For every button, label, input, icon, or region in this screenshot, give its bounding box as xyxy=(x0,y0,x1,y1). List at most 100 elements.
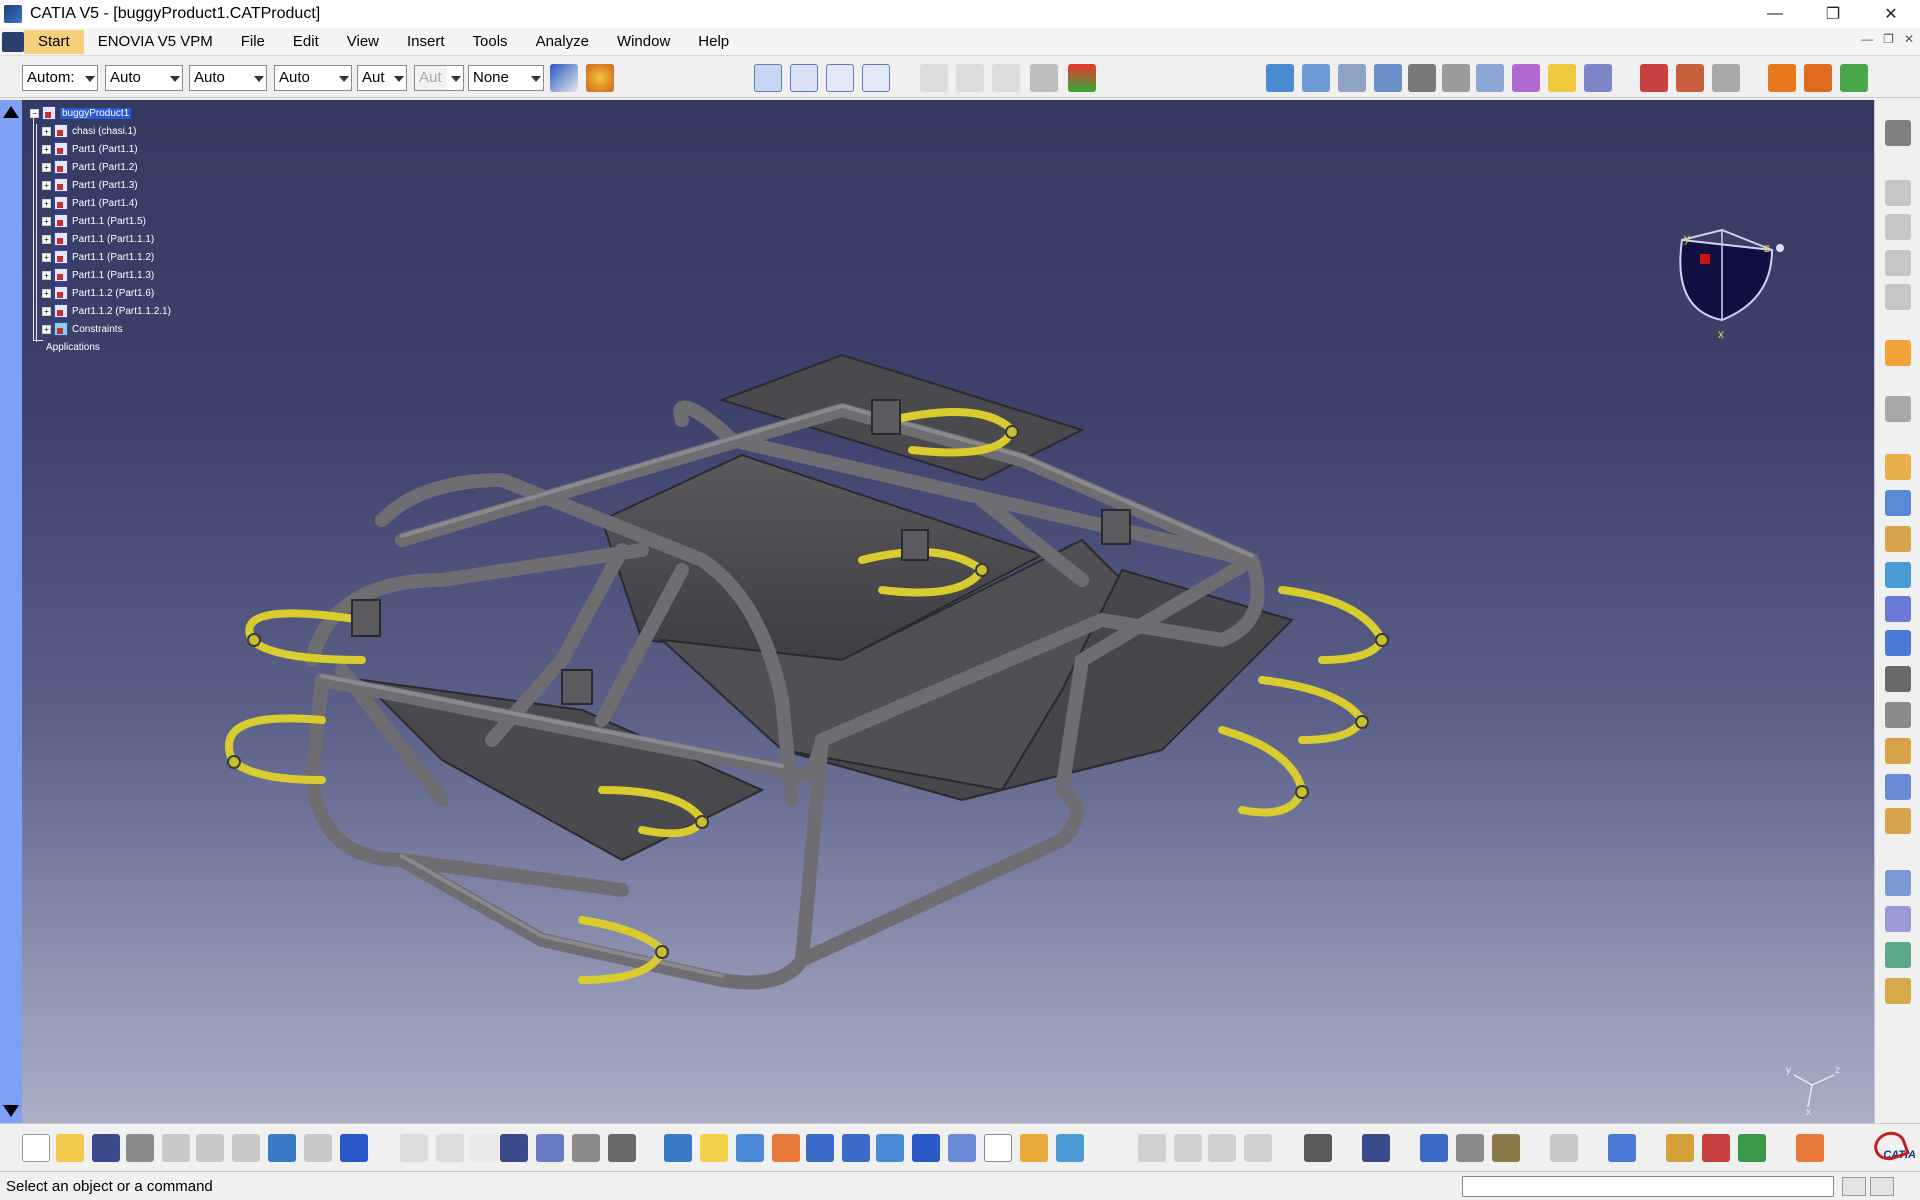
scroll-up-icon[interactable] xyxy=(3,106,19,118)
multi-view-icon[interactable] xyxy=(912,1134,940,1162)
zoom-out-icon[interactable] xyxy=(842,1134,870,1162)
simulation-icon[interactable] xyxy=(1885,978,1911,1004)
shading-icon[interactable] xyxy=(1020,1134,1048,1162)
tree-node[interactable]: + Part1.1 (Part1.5) xyxy=(42,212,146,230)
sectioning-icon[interactable] xyxy=(1362,1134,1390,1162)
expand-icon[interactable]: + xyxy=(42,126,51,136)
new-component-icon[interactable] xyxy=(754,64,782,92)
tree-node-label[interactable]: Constraints xyxy=(72,324,123,335)
restore-icon[interactable]: ❐ xyxy=(1804,0,1862,28)
menu-view[interactable]: View xyxy=(333,30,393,54)
design-mode-icon[interactable] xyxy=(1266,64,1294,92)
tree-node-label[interactable]: Part1.1 (Part1.1.3) xyxy=(72,270,154,281)
chevron-down-icon[interactable] xyxy=(166,66,182,90)
cache-icon[interactable] xyxy=(1338,64,1366,92)
point-symbol-combo[interactable]: Auto xyxy=(274,65,352,91)
menu-edit[interactable]: Edit xyxy=(279,30,333,54)
reuse-pattern-icon[interactable] xyxy=(1885,738,1911,764)
layer-combo[interactable]: Aut xyxy=(357,65,407,91)
create-multi-view-icon[interactable] xyxy=(1208,1134,1236,1162)
tree-node-label[interactable]: Part1.1.2 (Part1.1.2.1) xyxy=(72,306,171,317)
copy-icon[interactable] xyxy=(196,1134,224,1162)
tree-scrollbar[interactable] xyxy=(0,100,22,1123)
plane-icon[interactable] xyxy=(1608,1134,1636,1162)
expand-icon[interactable]: + xyxy=(42,306,51,316)
view-mode-icon[interactable] xyxy=(984,1134,1012,1162)
swap-visible-icon[interactable] xyxy=(1138,1134,1166,1162)
formula-icon[interactable] xyxy=(400,1134,428,1162)
tree-node-label[interactable]: Part1.1 (Part1.1.1) xyxy=(72,234,154,245)
doc-close-icon[interactable]: ✕ xyxy=(1904,32,1914,46)
expand-icon[interactable]: + xyxy=(42,198,51,208)
expand-icon[interactable]: + xyxy=(42,252,51,262)
offset-constraint-icon[interactable] xyxy=(1885,526,1911,552)
compass-widget[interactable]: y z x xyxy=(1662,200,1802,340)
publish-icon[interactable] xyxy=(1768,64,1796,92)
tree-node-label[interactable]: Part1 (Part1.2) xyxy=(72,162,138,173)
expand-icon[interactable]: + xyxy=(42,324,51,334)
mirror-icon[interactable] xyxy=(1885,870,1911,896)
hide-show-icon[interactable] xyxy=(1056,1134,1084,1162)
numbering-icon[interactable] xyxy=(1712,64,1740,92)
contact-constraint-icon[interactable] xyxy=(1885,490,1911,516)
anchor-icon[interactable] xyxy=(1408,64,1436,92)
fly-mode-icon[interactable] xyxy=(664,1134,692,1162)
normal-view-icon[interactable] xyxy=(876,1134,904,1162)
catalog-icon[interactable] xyxy=(1068,64,1096,92)
power-input-field[interactable] xyxy=(1462,1176,1834,1197)
redo-icon[interactable] xyxy=(304,1134,332,1162)
none-combo[interactable]: None xyxy=(468,65,544,91)
snap-icon[interactable] xyxy=(1476,64,1504,92)
menu-window[interactable]: Window xyxy=(603,30,684,54)
next-icon[interactable] xyxy=(1174,1134,1202,1162)
expand-icon[interactable]: + xyxy=(42,144,51,154)
manipulation-icon[interactable] xyxy=(1512,64,1540,92)
select-arrow-icon[interactable] xyxy=(1885,340,1911,366)
3d-viewport[interactable]: − buggyProduct1 + chasi (chasi.1) + Part… xyxy=(22,100,1874,1123)
power-input-button[interactable] xyxy=(1842,1177,1866,1196)
paste-icon[interactable] xyxy=(232,1134,260,1162)
menu-enovia[interactable]: ENOVIA V5 VPM xyxy=(84,30,227,54)
product-structure-icon[interactable] xyxy=(1885,180,1911,206)
expand-icon[interactable]: + xyxy=(42,234,51,244)
tree-root[interactable]: − buggyProduct1 xyxy=(30,104,132,122)
pencil-icon[interactable] xyxy=(1442,64,1470,92)
tree-node-constraints[interactable]: + Constraints xyxy=(42,320,123,338)
chevron-down-icon[interactable] xyxy=(250,66,266,90)
distance-icon[interactable] xyxy=(1420,1134,1448,1162)
design-table-icon[interactable] xyxy=(536,1134,564,1162)
refresh-icon[interactable] xyxy=(1550,1134,1578,1162)
cut-icon[interactable] xyxy=(162,1134,190,1162)
copy-publication-icon[interactable] xyxy=(1804,64,1832,92)
translate-icon[interactable] xyxy=(1885,942,1911,968)
bill-of-material-icon[interactable] xyxy=(1302,64,1330,92)
tree-node[interactable]: + Part1 (Part1.1) xyxy=(42,140,138,158)
existing-component-icon[interactable] xyxy=(862,64,890,92)
tree-node-label[interactable]: Part1.1.2 (Part1.6) xyxy=(72,288,154,299)
doc-restore-icon[interactable]: ❐ xyxy=(1883,32,1894,46)
tree-node-label[interactable]: Part1 (Part1.3) xyxy=(72,180,138,191)
menu-start[interactable]: Start xyxy=(24,29,84,54)
render-icon[interactable] xyxy=(1702,1134,1730,1162)
menu-insert[interactable]: Insert xyxy=(393,30,459,54)
chevron-down-icon[interactable] xyxy=(81,66,97,90)
table-icon[interactable] xyxy=(500,1134,528,1162)
catia-app-icon[interactable] xyxy=(4,5,22,23)
weight-icon[interactable] xyxy=(1492,1134,1520,1162)
component-catalog-icon[interactable] xyxy=(1840,64,1868,92)
stop-command-button[interactable] xyxy=(1870,1177,1894,1196)
camera-icon[interactable] xyxy=(1304,1134,1332,1162)
replace-component-icon[interactable] xyxy=(1885,214,1911,240)
quick-constraint-icon[interactable] xyxy=(1885,666,1911,692)
text-annotation-icon[interactable] xyxy=(956,64,984,92)
tree-node-applications[interactable]: Applications xyxy=(30,338,100,356)
menu-tools[interactable]: Tools xyxy=(459,30,522,54)
tree-node-label[interactable]: Applications xyxy=(46,342,100,353)
menu-file[interactable]: File xyxy=(227,30,279,54)
tree-node[interactable]: + Part1 (Part1.3) xyxy=(42,176,138,194)
expand-icon[interactable]: + xyxy=(42,162,51,172)
reorder-icon[interactable] xyxy=(1640,64,1668,92)
grid-icon[interactable] xyxy=(1796,1134,1824,1162)
material-icon[interactable] xyxy=(586,64,614,92)
open-folder-icon[interactable] xyxy=(56,1134,84,1162)
